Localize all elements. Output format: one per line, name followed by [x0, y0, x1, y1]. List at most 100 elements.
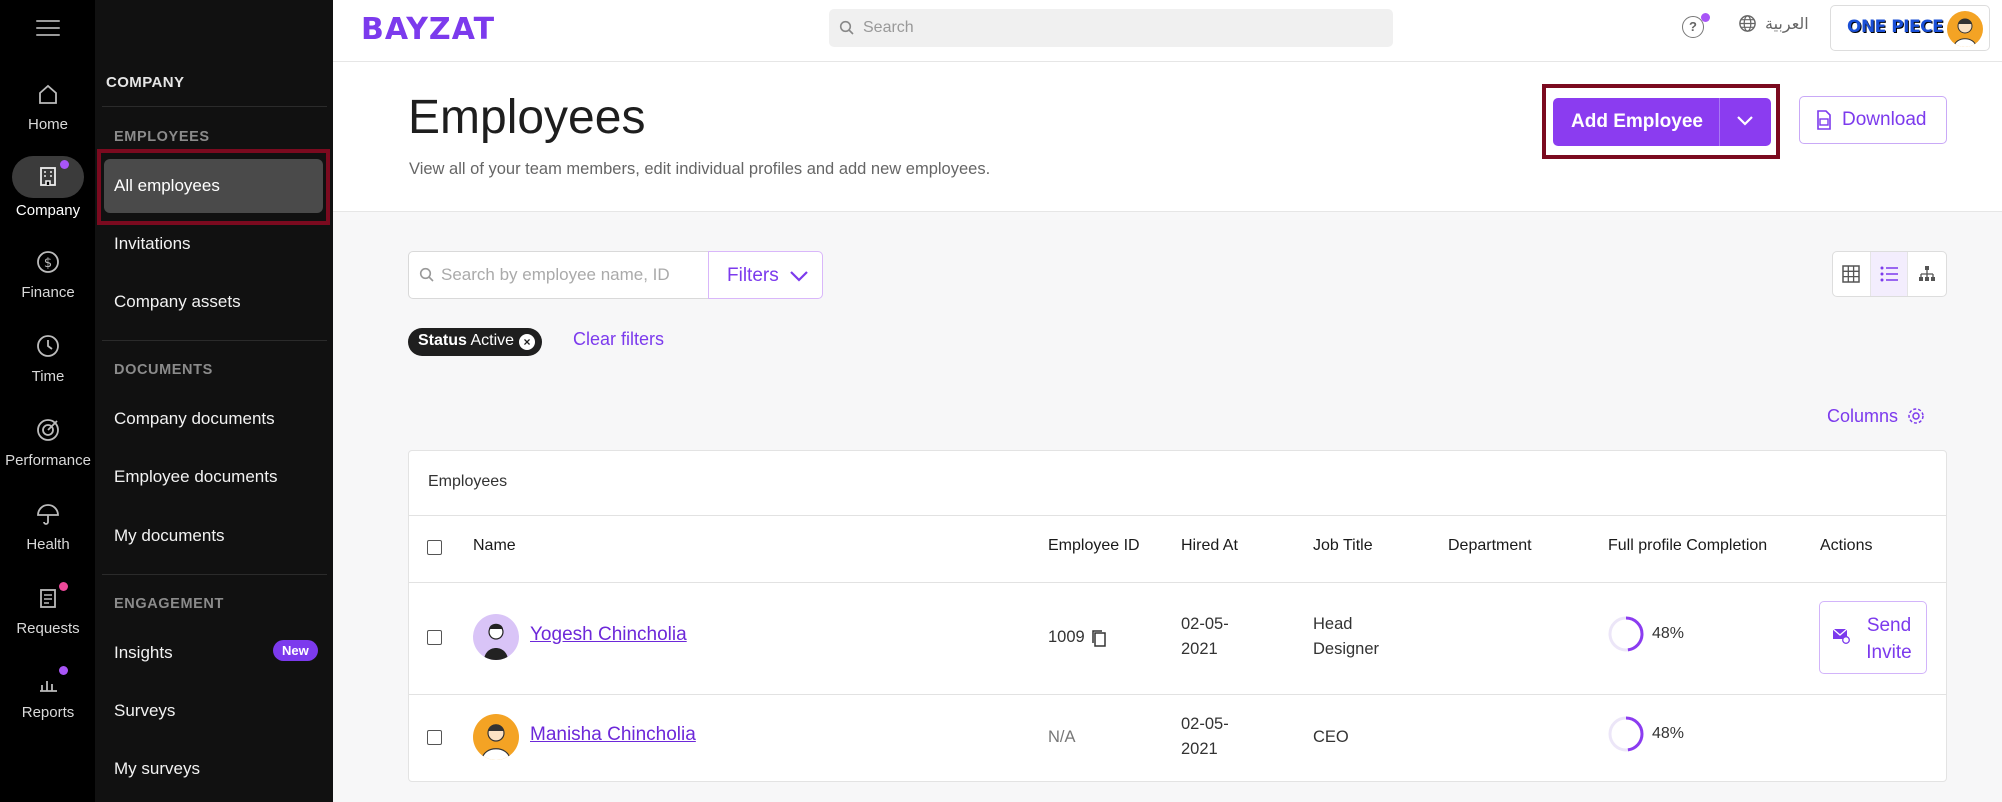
- rail-item-finance[interactable]: $ Finance: [0, 246, 96, 330]
- clear-filters-link[interactable]: Clear filters: [573, 329, 664, 350]
- hired-at: 02-05- 2021: [1181, 612, 1229, 662]
- copy-icon[interactable]: [1091, 629, 1107, 648]
- rail-label: Performance: [5, 452, 91, 469]
- new-badge: New: [273, 640, 318, 661]
- completion-percent: 48%: [1652, 725, 1685, 742]
- notification-dot: [1701, 13, 1710, 22]
- org-chart-icon[interactable]: [1908, 252, 1946, 296]
- rail-label: Requests: [16, 620, 80, 637]
- list-view-icon[interactable]: [1870, 252, 1909, 296]
- sidebar-item-invitations[interactable]: Invitations: [114, 234, 191, 254]
- home-icon: [39, 84, 57, 104]
- close-icon[interactable]: ×: [519, 334, 536, 350]
- grid-view-icon[interactable]: [1833, 252, 1871, 296]
- company-switcher[interactable]: ONE PIECE: [1830, 5, 1990, 51]
- column-header-job-title[interactable]: Job Title: [1313, 537, 1373, 555]
- employee-id: 1009: [1048, 628, 1085, 646]
- add-employee-button[interactable]: Add Employee: [1553, 98, 1771, 146]
- rail-label: Reports: [21, 704, 75, 721]
- select-all-checkbox[interactable]: [427, 540, 442, 555]
- row-checkbox[interactable]: [427, 630, 442, 645]
- notification-dot: [60, 160, 69, 169]
- download-button[interactable]: Download: [1799, 96, 1947, 144]
- send-invite-line: Send: [1866, 615, 1912, 636]
- company-logo: ONE PIECE: [1847, 17, 1944, 37]
- dollar-icon: $: [37, 251, 59, 273]
- sidebar-item-surveys[interactable]: Surveys: [114, 701, 175, 721]
- rail-item-requests[interactable]: Requests: [0, 582, 96, 666]
- rail-item-health[interactable]: Health: [0, 498, 96, 582]
- rail-item-performance[interactable]: Performance: [0, 414, 96, 498]
- column-header-completion[interactable]: Full profile Completion: [1608, 537, 1767, 555]
- column-header-employee-id[interactable]: Employee ID: [1048, 537, 1140, 555]
- column-header-hired-at[interactable]: Hired At: [1181, 537, 1238, 555]
- rail-label: Home: [27, 116, 68, 133]
- filters-button[interactable]: Filters: [708, 251, 823, 299]
- column-header-actions: Actions: [1820, 537, 1873, 554]
- filters-label: Filters: [727, 265, 779, 286]
- hired-year-part: 2021: [1181, 640, 1218, 658]
- notification-dot: [59, 666, 68, 675]
- rail-item-home[interactable]: Home: [0, 78, 96, 162]
- company-heading: COMPANY: [106, 74, 185, 91]
- send-invite-button[interactable]: Send Invite: [1819, 601, 1927, 674]
- gear-icon: [1908, 408, 1924, 424]
- mail-icon: [1832, 628, 1850, 644]
- chevron-down-icon: [790, 271, 808, 282]
- row-checkbox[interactable]: [427, 730, 442, 745]
- person-illustration-icon: [484, 623, 508, 660]
- employee-name-link[interactable]: Yogesh Chincholia: [530, 624, 687, 646]
- completion-ring: [1608, 716, 1644, 752]
- view-toggle: [1832, 251, 1947, 297]
- hired-date-part: 02-05-: [1181, 615, 1229, 633]
- bayzat-logo[interactable]: BAYZAT: [361, 12, 495, 47]
- completion-ring: [1608, 616, 1644, 652]
- column-header-name[interactable]: Name: [473, 537, 516, 555]
- sidebar-item-my-documents[interactable]: My documents: [114, 526, 225, 546]
- columns-button[interactable]: Columns: [1827, 406, 1926, 427]
- rail-label: Finance: [21, 284, 75, 301]
- sidebar-item-my-surveys[interactable]: My surveys: [114, 759, 200, 779]
- sidebar-item-employee-documents[interactable]: Employee documents: [114, 467, 277, 487]
- employee-id: N/A: [1048, 728, 1076, 746]
- language-switch[interactable]: العربية: [1738, 14, 1809, 33]
- send-invite-line: Invite: [1866, 642, 1912, 663]
- rail-item-company[interactable]: Company: [0, 156, 96, 240]
- column-header-department[interactable]: Department: [1448, 537, 1532, 555]
- page-header: Employees View all of your team members,…: [333, 62, 2002, 212]
- send-invite-label: Send Invite: [1856, 612, 1922, 666]
- clock-icon: [37, 335, 59, 357]
- add-employee-label: Add Employee: [1571, 111, 1703, 132]
- sidebar-item-insights[interactable]: Insights: [114, 643, 173, 663]
- global-search-input[interactable]: [863, 9, 1383, 47]
- globe-icon: [1739, 15, 1756, 32]
- umbrella-icon: [37, 504, 59, 525]
- job-title: Head Designer: [1313, 612, 1379, 662]
- rail-item-time[interactable]: Time: [0, 330, 96, 414]
- top-bar: BAYZAT ? العربية ONE PIECE: [333, 0, 2002, 62]
- language-label: العربية: [1765, 14, 1809, 33]
- global-search[interactable]: [829, 9, 1393, 47]
- employee-search-input[interactable]: [441, 252, 707, 298]
- sidebar-item-company-assets[interactable]: Company assets: [114, 292, 241, 312]
- section-engagement: ENGAGEMENT: [114, 596, 224, 612]
- employee-name-link[interactable]: Manisha Chincholia: [530, 724, 696, 746]
- employee-search[interactable]: [408, 251, 712, 299]
- completion-percent: 48%: [1652, 625, 1685, 642]
- chevron-down-icon[interactable]: [1735, 114, 1755, 128]
- chip-value: Active: [470, 332, 515, 349]
- sidebar-item-company-documents[interactable]: Company documents: [114, 409, 275, 429]
- job-title-line: Head: [1313, 615, 1353, 633]
- user-avatar[interactable]: [1947, 11, 1983, 47]
- hamburger-menu-icon[interactable]: [36, 20, 60, 40]
- divider: [102, 574, 327, 575]
- target-icon: [37, 419, 59, 441]
- person-illustration-icon: [481, 724, 511, 760]
- chip-key: Status: [418, 332, 467, 349]
- divider: [102, 340, 327, 341]
- svg-text:$: $: [44, 256, 52, 271]
- table-caption: Employees: [428, 473, 508, 490]
- section-documents: DOCUMENTS: [114, 362, 213, 378]
- rail-item-reports[interactable]: Reports: [0, 666, 96, 750]
- download-file-icon: [1817, 110, 1831, 130]
